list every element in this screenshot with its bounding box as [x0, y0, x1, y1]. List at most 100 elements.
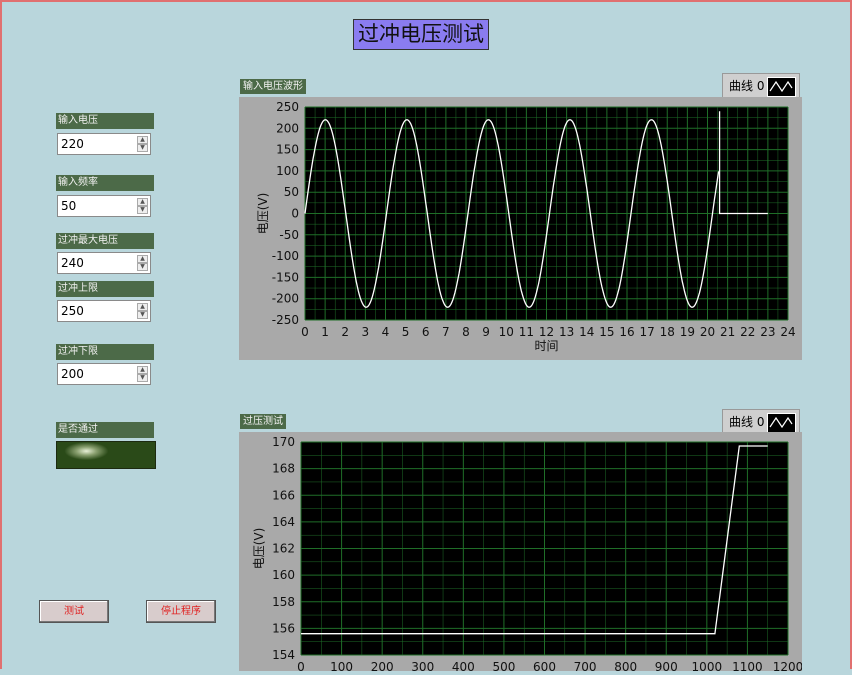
y-tick-label: -100 — [272, 249, 299, 263]
x-tick-label: 2 — [341, 325, 349, 339]
x-tick-label: 20 — [700, 325, 715, 339]
max-voltage-input[interactable]: 240 ▲ ▼ — [57, 252, 151, 274]
x-tick-label: 700 — [574, 660, 597, 671]
lower-limit-input[interactable]: 200 ▲ ▼ — [57, 363, 151, 385]
y-axis-label: 电压(V) — [252, 528, 266, 570]
lower-limit-stepper[interactable]: ▲ ▼ — [137, 366, 148, 382]
y-tick-label: 154 — [272, 648, 295, 662]
overvoltage-legend-label: 曲线 0 — [729, 415, 765, 429]
x-tick-label: 1000 — [692, 660, 723, 671]
max-voltage-stepper[interactable]: ▲ ▼ — [137, 255, 148, 271]
waveform-graph-title: 输入电压波形 — [240, 79, 306, 94]
lower-limit-label: 过冲下限 — [56, 344, 154, 360]
frequency-stepper[interactable]: ▲ ▼ — [137, 198, 148, 214]
y-tick-label: 156 — [272, 621, 295, 635]
y-tick-label: -200 — [272, 292, 299, 306]
y-tick-label: 168 — [272, 462, 295, 476]
x-tick-label: 10 — [499, 325, 514, 339]
voltage-stepper[interactable]: ▲ ▼ — [137, 136, 148, 152]
x-tick-label: 21 — [720, 325, 735, 339]
x-tick-label: 18 — [660, 325, 675, 339]
stop-button[interactable]: 停止程序 — [146, 600, 216, 623]
x-tick-label: 7 — [442, 325, 450, 339]
voltage-value: 220 — [61, 137, 84, 151]
increment-icon[interactable]: ▲ — [137, 303, 148, 311]
x-tick-label: 0 — [301, 325, 309, 339]
x-tick-label: 3 — [362, 325, 370, 339]
x-tick-label: 1 — [321, 325, 329, 339]
y-tick-label: -250 — [272, 313, 299, 327]
frequency-value: 50 — [61, 199, 77, 213]
y-tick-label: 0 — [291, 207, 299, 221]
x-tick-label: 16 — [619, 325, 634, 339]
x-tick-label: 1100 — [732, 660, 763, 671]
increment-icon[interactable]: ▲ — [137, 136, 148, 144]
frequency-input[interactable]: 50 ▲ ▼ — [57, 195, 151, 217]
x-tick-label: 200 — [371, 660, 394, 671]
max-voltage-label: 过冲最大电压 — [56, 233, 154, 249]
y-tick-label: 50 — [284, 185, 299, 199]
decrement-icon[interactable]: ▼ — [137, 263, 148, 271]
upper-limit-input[interactable]: 250 ▲ ▼ — [57, 300, 151, 322]
x-tick-label: 19 — [680, 325, 695, 339]
x-tick-label: 9 — [482, 325, 490, 339]
x-tick-label: 600 — [533, 660, 556, 671]
y-axis-label: 电压(V) — [256, 193, 270, 235]
test-button[interactable]: 测试 — [39, 600, 109, 623]
x-tick-label: 6 — [422, 325, 430, 339]
increment-icon[interactable]: ▲ — [137, 198, 148, 206]
waveform-legend[interactable]: 曲线 0 — [722, 73, 800, 99]
decrement-icon[interactable]: ▼ — [137, 311, 148, 319]
x-tick-label: 1200 — [773, 660, 802, 671]
y-tick-label: 100 — [276, 164, 299, 178]
overvoltage-graph[interactable]: 0 100 200 300 400 500 600 700 800 900 1000 1100 1200… — [239, 432, 803, 674]
decrement-icon[interactable]: ▼ — [137, 374, 148, 382]
waveform-graph-panel: 0 1 2 3 4 5 6 7 8 9 10 11 12 13 14 15 16 17 18 19 20 21 22 23 24… — [239, 97, 802, 360]
lower-limit-value: 200 — [61, 367, 84, 381]
y-tick-label: 170 — [272, 435, 295, 449]
x-tick-label: 12 — [539, 325, 554, 339]
y-tick-label: 166 — [272, 488, 295, 502]
x-tick-label: 400 — [452, 660, 475, 671]
increment-icon[interactable]: ▲ — [137, 366, 148, 374]
waveform-graph[interactable]: 0 1 2 3 4 5 6 7 8 9 10 11 12 13 14 15 16 17 18 19 20 21 22 23 24… — [239, 97, 802, 360]
pass-indicator-led[interactable] — [56, 441, 156, 469]
x-tick-label: 13 — [559, 325, 574, 339]
y-tick-label: 162 — [272, 542, 295, 556]
x-tick-label: 800 — [614, 660, 637, 671]
plot-style-icon[interactable] — [767, 413, 796, 433]
x-tick-label: 22 — [740, 325, 755, 339]
y-tick-label: -150 — [272, 270, 299, 284]
waveform-legend-label: 曲线 0 — [729, 79, 765, 93]
frequency-label: 输入频率 — [56, 175, 154, 191]
y-tick-label: 164 — [272, 515, 295, 529]
y-tick-label: 150 — [276, 143, 299, 157]
x-tick-label: 100 — [330, 660, 353, 671]
y-tick-label: 200 — [276, 121, 299, 135]
plot-style-icon[interactable] — [767, 77, 796, 97]
x-tick-label: 23 — [760, 325, 775, 339]
x-tick-label: 14 — [579, 325, 594, 339]
x-tick-label: 17 — [639, 325, 654, 339]
x-tick-label: 4 — [382, 325, 390, 339]
x-axis-label: 时间 — [534, 339, 558, 353]
y-tick-label: 160 — [272, 568, 295, 582]
decrement-icon[interactable]: ▼ — [137, 144, 148, 152]
x-tick-label: 5 — [402, 325, 410, 339]
increment-icon[interactable]: ▲ — [137, 255, 148, 263]
voltage-input[interactable]: 220 ▲ ▼ — [57, 133, 151, 155]
overvoltage-graph-title: 过压测试 — [240, 414, 286, 429]
pass-label: 是否通过 — [56, 422, 154, 438]
y-tick-label: 250 — [276, 100, 299, 114]
x-tick-label: 24 — [780, 325, 795, 339]
x-tick-label: 300 — [411, 660, 434, 671]
decrement-icon[interactable]: ▼ — [137, 206, 148, 214]
upper-limit-label: 过冲上限 — [56, 281, 154, 297]
overvoltage-graph-panel: 0 100 200 300 400 500 600 700 800 900 1000 1100 1200… — [239, 432, 803, 674]
voltage-label: 输入电压 — [56, 113, 154, 129]
x-tick-label: 0 — [297, 660, 305, 671]
y-tick-label: 158 — [272, 595, 295, 609]
x-tick-label: 8 — [462, 325, 470, 339]
x-tick-label: 15 — [599, 325, 614, 339]
upper-limit-stepper[interactable]: ▲ ▼ — [137, 303, 148, 319]
